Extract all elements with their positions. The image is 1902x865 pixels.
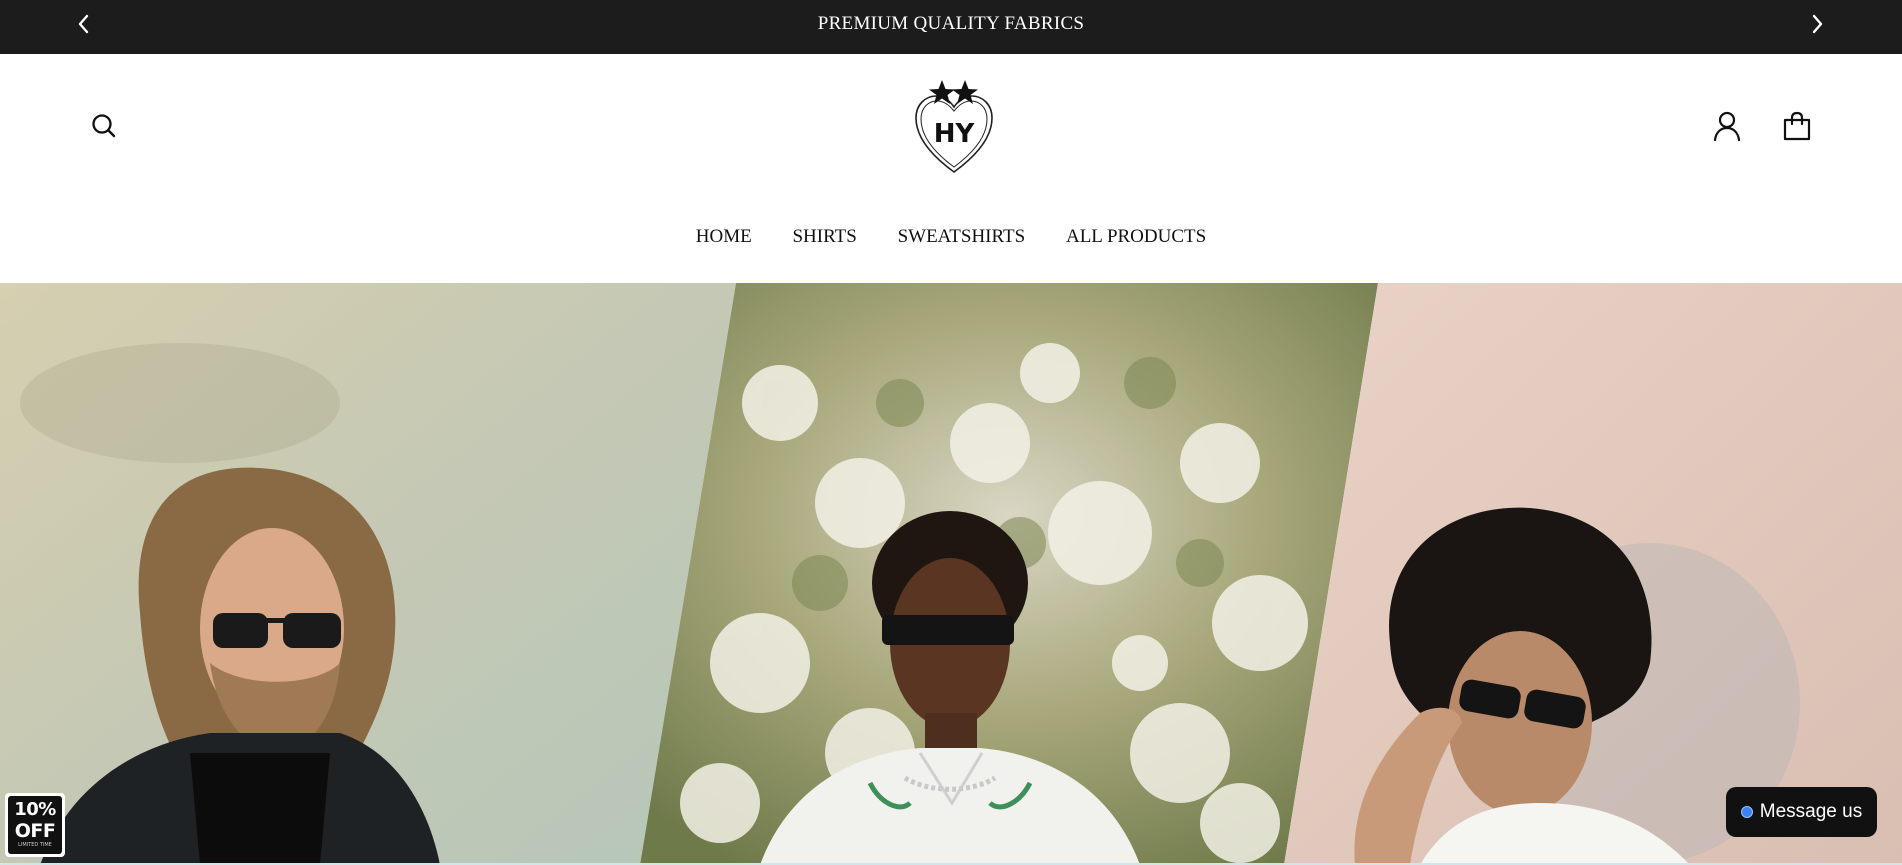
discount-percent: 10% xyxy=(14,799,56,820)
nav-item-sweatshirts[interactable]: SWEATSHIRTS xyxy=(898,226,1026,248)
message-us-label: Message us xyxy=(1759,801,1863,822)
user-icon xyxy=(1713,111,1741,142)
hero-panel-center xyxy=(640,283,1378,865)
discount-fine-print: LIMITED TIME xyxy=(18,842,52,848)
chat-status-icon xyxy=(1740,806,1753,818)
nav-item-home[interactable]: HOME xyxy=(696,226,752,248)
message-us-button[interactable]: Message us xyxy=(1726,787,1877,837)
search-icon xyxy=(92,114,116,138)
announcement-next-button[interactable] xyxy=(1805,12,1829,36)
discount-badge[interactable]: 10% OFF LIMITED TIME xyxy=(5,793,65,857)
hero-panel-right xyxy=(1284,283,1902,865)
main-nav: HOME SHIRTS SWEATSHIRTS ALL PRODUCTS xyxy=(0,226,1902,248)
brand-logo[interactable]: HY xyxy=(910,76,998,176)
hero-panel-left xyxy=(0,283,736,865)
svg-text:HY: HY xyxy=(934,119,976,149)
search-button[interactable] xyxy=(87,109,121,143)
nav-item-all-products[interactable]: ALL PRODUCTS xyxy=(1066,226,1206,248)
discount-badge-inner: 10% OFF LIMITED TIME xyxy=(8,796,62,854)
announcement-bar: PREMIUM QUALITY FABRICS xyxy=(0,0,1902,54)
hero-banner[interactable] xyxy=(0,283,1902,865)
logo-emblem: HY xyxy=(915,80,993,173)
announcement-text: PREMIUM QUALITY FABRICS xyxy=(817,13,1085,34)
discount-off-label: OFF xyxy=(14,820,56,842)
account-button[interactable] xyxy=(1710,109,1744,143)
nav-item-shirts[interactable]: SHIRTS xyxy=(792,226,856,248)
cart-button[interactable] xyxy=(1780,109,1814,143)
site-header: HY HOME SHIRTS SWEATSHIRTS ALL PRODUCTS xyxy=(0,54,1902,283)
chevron-right-icon xyxy=(1812,14,1823,34)
hero-image xyxy=(0,283,1902,865)
shopping-bag-icon xyxy=(1783,111,1811,141)
